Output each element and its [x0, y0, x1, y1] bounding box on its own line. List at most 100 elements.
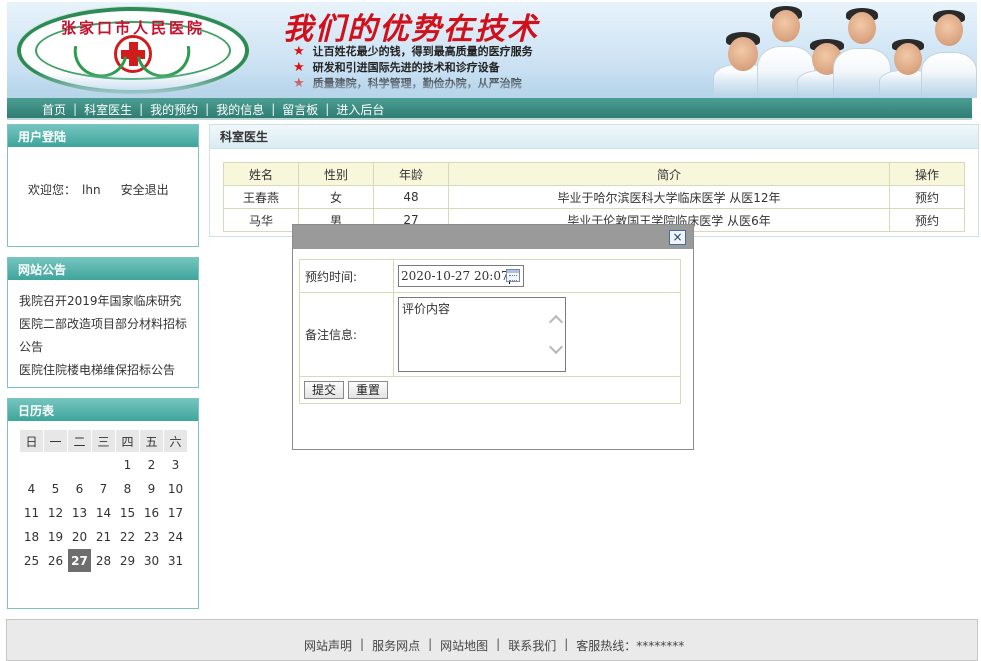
- calendar-day[interactable]: 17: [164, 501, 187, 524]
- calendar-day[interactable]: 24: [164, 525, 187, 548]
- close-icon[interactable]: ×: [669, 230, 686, 245]
- calendar-day[interactable]: 8: [116, 477, 139, 500]
- calendar-day[interactable]: 18: [20, 525, 43, 548]
- calendar-icon[interactable]: [506, 269, 520, 282]
- calendar-day[interactable]: 1: [116, 453, 139, 476]
- footer: 网站声明 | 服务网点 | 网站地图 | 联系我们 | 客服热线：********: [6, 619, 978, 661]
- footer-separator: |: [360, 637, 365, 651]
- calendar-day[interactable]: 25: [20, 549, 43, 572]
- doctor-name: 马华: [223, 208, 299, 232]
- footer-link-contact[interactable]: 联系我们: [508, 637, 556, 654]
- star-icon: ★: [293, 44, 305, 59]
- book-link[interactable]: 预约: [915, 214, 939, 228]
- weekday-header: 一: [44, 430, 67, 452]
- calendar-day[interactable]: 15: [116, 501, 139, 524]
- calendar-day: [68, 453, 91, 476]
- doctor-gender: 女: [298, 185, 374, 209]
- nav-item-my-info[interactable]: 我的信息: [209, 101, 271, 118]
- notice-item[interactable]: 医院二部改造项目部分材料招标公告: [19, 313, 189, 359]
- note-text: 评价内容: [402, 302, 451, 316]
- welcome-label: 欢迎您：: [28, 183, 77, 197]
- dialog-titlebar: ×: [293, 225, 693, 249]
- appointment-time-input[interactable]: 2020-10-27 20:07: [398, 265, 524, 287]
- calendar-day[interactable]: 10: [164, 477, 187, 500]
- column-header: 简介: [448, 162, 890, 186]
- doctor-photo: [921, 8, 977, 98]
- footer-link-service-points[interactable]: 服务网点: [372, 637, 420, 654]
- calendar-day[interactable]: 2: [140, 453, 163, 476]
- calendar-day[interactable]: 21: [92, 525, 115, 548]
- nav-item-admin[interactable]: 进入后台: [329, 101, 391, 118]
- logout-link[interactable]: 安全退出: [121, 183, 169, 197]
- doctor-name: 王春燕: [223, 185, 299, 209]
- footer-links: 网站声明 | 服务网点 | 网站地图 | 联系我们 | 客服热线：********: [304, 637, 684, 654]
- footer-link-sitemap[interactable]: 网站地图: [440, 637, 488, 654]
- calendar-day[interactable]: 12: [44, 501, 67, 524]
- calendar-week: 18 19 20 21 22 23 24: [20, 525, 187, 548]
- page: 张家口市人民医院 我们的优势在技术 ★ 让百姓花最少的钱，得到最高质量的医疗服务 …: [0, 0, 981, 661]
- weekday-header: 二: [68, 430, 91, 452]
- calendar-day[interactable]: 23: [140, 525, 163, 548]
- nav-item-home[interactable]: 首页: [35, 101, 73, 118]
- scroll-down-icon[interactable]: [548, 339, 564, 355]
- calendar-day[interactable]: 30: [140, 549, 163, 572]
- time-label: 预约时间:: [299, 259, 394, 293]
- calendar-week: 11 12 13 14 15 16 17: [20, 501, 187, 524]
- calendar-day[interactable]: 9: [140, 477, 163, 500]
- book-link[interactable]: 预约: [915, 191, 939, 205]
- star-icon: ★: [293, 76, 305, 91]
- notice-panel-title: 网站公告: [8, 258, 198, 282]
- calendar-day[interactable]: 11: [20, 501, 43, 524]
- column-header: 性别: [298, 162, 374, 186]
- calendar-day[interactable]: 20: [68, 525, 91, 548]
- calendar-week: 25 26 27 28 29 30 31: [20, 549, 187, 572]
- notice-item[interactable]: 医院住院楼电梯维保招标公告: [19, 359, 189, 382]
- slogan-bullet: ★ 让百姓花最少的钱，得到最高质量的医疗服务: [293, 44, 533, 59]
- login-panel-title: 用户登陆: [8, 125, 198, 149]
- calendar-day[interactable]: 26: [44, 549, 67, 572]
- slogan: 我们的优势在技术: [283, 12, 539, 47]
- calendar-panel: 日历表 日 一 二 三 四 五 六 1 2 3 4 5 6 7 8 9 10 11 12 13 14 15 1…: [7, 398, 199, 609]
- note-textarea[interactable]: 评价内容: [398, 297, 566, 372]
- submit-button[interactable]: 提交: [304, 381, 345, 399]
- weekday-header: 五: [140, 430, 163, 452]
- calendar-day[interactable]: 29: [116, 549, 139, 572]
- footer-separator: |: [496, 637, 501, 651]
- calendar-day[interactable]: 22: [116, 525, 139, 548]
- header-banner: 张家口市人民医院 我们的优势在技术 ★ 让百姓花最少的钱，得到最高质量的医疗服务 …: [7, 2, 977, 98]
- reset-button[interactable]: 重置: [348, 381, 389, 399]
- login-status: 欢迎您： lhn 安全退出: [8, 149, 198, 198]
- calendar-day[interactable]: 13: [68, 501, 91, 524]
- calendar-day[interactable]: 28: [92, 549, 115, 572]
- weekday-header: 四: [116, 430, 139, 452]
- calendar-day-today[interactable]: 27: [68, 549, 91, 572]
- nav-item-message-board[interactable]: 留言板: [275, 101, 325, 118]
- calendar-day[interactable]: 7: [92, 477, 115, 500]
- calendar-day[interactable]: 3: [164, 453, 187, 476]
- appointment-time-value: 2020-10-27 20:07: [401, 269, 509, 283]
- calendar-day[interactable]: 14: [92, 501, 115, 524]
- table-row: 王春燕 女 48 毕业于哈尔滨医科大学临床医学 从医12年 预约: [223, 185, 965, 209]
- calendar-day[interactable]: 19: [44, 525, 67, 548]
- footer-link-statement[interactable]: 网站声明: [304, 637, 352, 654]
- slogan-bullet: ★ 质量建院，科学管理，勤俭办院，从严治院: [293, 76, 522, 91]
- calendar-day[interactable]: 31: [164, 549, 187, 572]
- calendar-day[interactable]: 4: [20, 477, 43, 500]
- section-title: 科室医生: [210, 125, 978, 149]
- column-header: 年龄: [373, 162, 449, 186]
- notice-item[interactable]: 我院召开2019年国家临床研究: [19, 290, 189, 313]
- slogan-bullets: ★ 让百姓花最少的钱，得到最高质量的医疗服务 ★ 研发和引进国际先进的技术和诊疗设备…: [293, 44, 533, 92]
- notice-panel: 网站公告 我院召开2019年国家临床研究 医院二部改造项目部分材料招标公告 医院…: [7, 257, 199, 388]
- nav-item-my-appointments[interactable]: 我的预约: [143, 101, 205, 118]
- doctors-section: 科室医生 姓名 性别 年龄 简介 操作 王春燕 女 48 毕业于哈尔滨医科大学临…: [209, 124, 979, 237]
- textarea-scrollbar[interactable]: [548, 299, 564, 370]
- hospital-logo: 张家口市人民医院: [17, 7, 249, 94]
- scroll-up-icon[interactable]: [548, 314, 564, 330]
- star-icon: ★: [293, 60, 305, 75]
- username: lhn: [82, 183, 101, 197]
- calendar-day[interactable]: 6: [68, 477, 91, 500]
- calendar-day[interactable]: 5: [44, 477, 67, 500]
- weekday-header: 三: [92, 430, 115, 452]
- calendar-day[interactable]: 16: [140, 501, 163, 524]
- nav-item-doctors[interactable]: 科室医生: [77, 101, 139, 118]
